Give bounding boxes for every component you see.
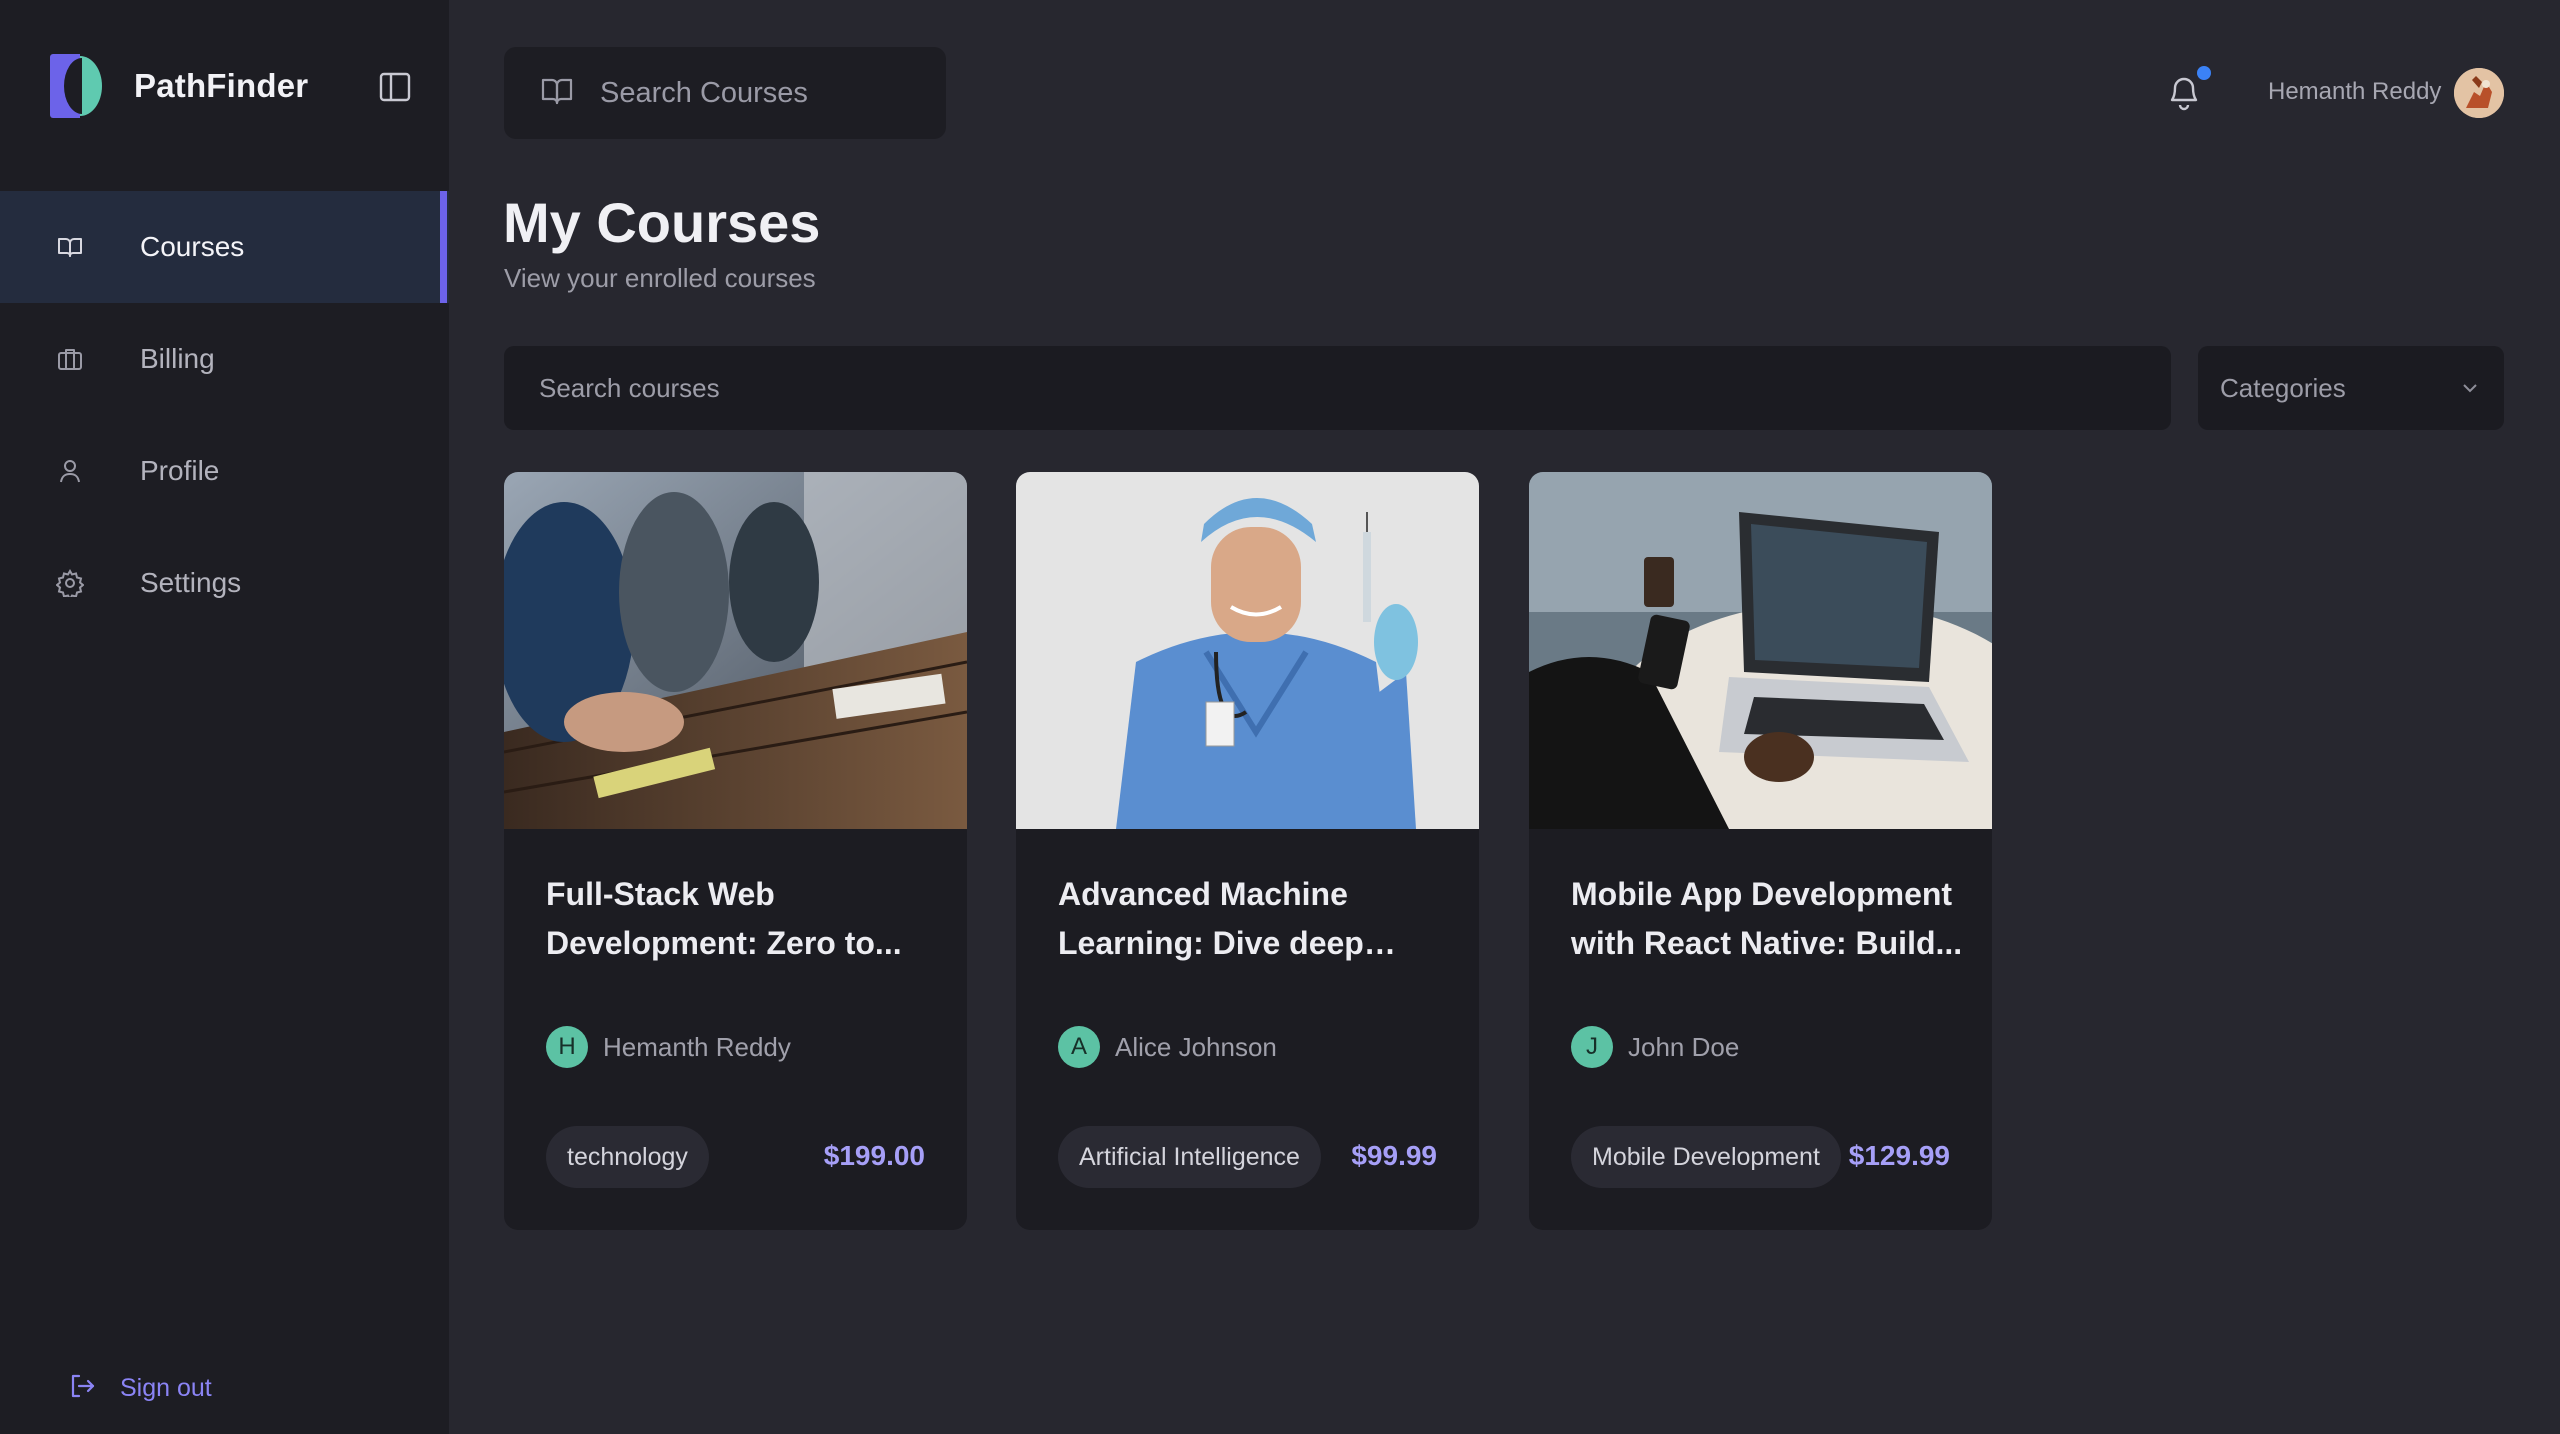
author-avatar: A (1058, 1026, 1100, 1068)
global-search[interactable] (504, 47, 946, 139)
sidebar-toggle-icon[interactable] (378, 70, 412, 104)
categories-select[interactable]: Categories (2198, 346, 2504, 430)
author-name: John Doe (1628, 1031, 1740, 1062)
course-search-input[interactable] (539, 372, 2039, 404)
sidebar: PathFinder Courses Billing Profile Setti… (0, 0, 449, 1434)
gear-icon (56, 569, 84, 597)
course-title: Mobile App Development with React Native… (1571, 876, 1963, 961)
author-name: Alice Johnson (1115, 1031, 1277, 1062)
sidebar-item-label: Billing (140, 343, 215, 374)
brand-name: PathFinder (134, 67, 309, 104)
book-open-icon (56, 233, 84, 261)
course-image (1016, 472, 1479, 829)
course-price: $99.99 (1351, 1140, 1437, 1171)
briefcase-icon (56, 345, 84, 373)
user-icon (56, 457, 84, 485)
category-badge: Artificial Intelligence (1058, 1126, 1321, 1188)
course-card[interactable]: Full-Stack Web Development: Zero to... H… (504, 472, 967, 1230)
sign-out-icon (68, 1372, 96, 1405)
course-image (1529, 472, 1992, 829)
sidebar-item-courses[interactable]: Courses (0, 191, 449, 303)
course-author: A Alice Johnson (1058, 1026, 1277, 1068)
categories-label: Categories (2220, 372, 2346, 403)
course-search[interactable] (504, 346, 2171, 430)
course-title: Full-Stack Web Development: Zero to... (546, 876, 902, 961)
sign-out-button[interactable]: Sign out (68, 1372, 212, 1405)
brand[interactable]: PathFinder (48, 52, 308, 120)
sidebar-nav: Courses Billing Profile Settings (0, 191, 449, 639)
sidebar-item-billing[interactable]: Billing (0, 303, 449, 415)
book-open-icon (540, 75, 574, 112)
sidebar-item-label: Courses (140, 231, 245, 262)
global-search-input[interactable] (600, 76, 920, 110)
course-card[interactable]: Mobile App Development with React Native… (1529, 472, 1992, 1230)
avatar[interactable] (2454, 68, 2504, 118)
course-image (504, 472, 967, 829)
sidebar-item-profile[interactable]: Profile (0, 415, 449, 527)
pathfinder-logo-icon (48, 52, 104, 120)
author-avatar: J (1571, 1026, 1613, 1068)
author-name: Hemanth Reddy (603, 1031, 791, 1062)
course-price: $129.99 (1848, 1140, 1950, 1171)
sidebar-item-label: Settings (140, 567, 242, 598)
page-title: My Courses (503, 191, 821, 254)
sidebar-item-label: Profile (140, 455, 220, 486)
course-card[interactable]: Advanced Machine Learning: Dive deep int… (1016, 472, 1479, 1230)
sign-out-label: Sign out (120, 1374, 212, 1402)
user-name[interactable]: Hemanth Reddy (2268, 78, 2441, 106)
course-author: H Hemanth Reddy (546, 1026, 791, 1068)
chevron-down-icon (2458, 376, 2482, 400)
course-title: Advanced Machine Learning: Dive deep int… (1058, 876, 1364, 961)
course-author: J John Doe (1571, 1026, 1739, 1068)
category-badge: technology (546, 1126, 709, 1188)
sidebar-item-settings[interactable]: Settings (0, 527, 449, 639)
author-avatar: H (546, 1026, 588, 1068)
category-badge: Mobile Development (1571, 1126, 1841, 1188)
course-price: $199.00 (823, 1140, 925, 1171)
notification-dot (2197, 66, 2211, 80)
page-subtitle: View your enrolled courses (504, 263, 816, 293)
